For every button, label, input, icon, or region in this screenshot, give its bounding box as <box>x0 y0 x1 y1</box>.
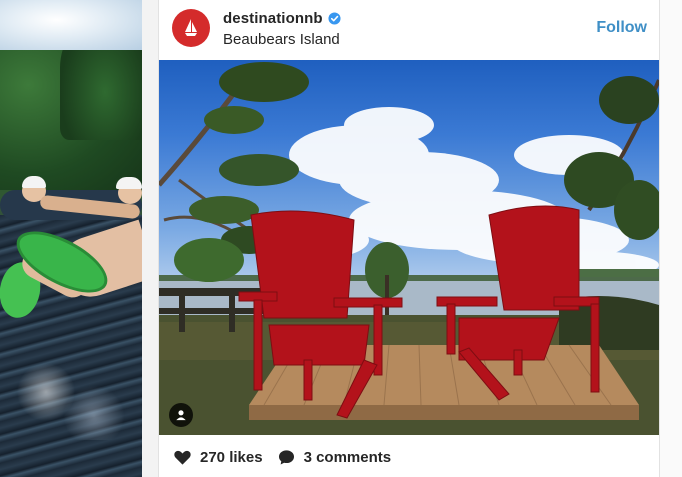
likes-count: 270 likes <box>200 448 263 466</box>
username-link[interactable]: destinationnb <box>223 10 323 27</box>
post-header: destinationnb Beaubears Island Follow <box>159 0 659 60</box>
photo-scene <box>159 62 659 435</box>
comments-count: 3 comments <box>303 448 392 466</box>
heart-icon <box>174 450 191 465</box>
likes-stat[interactable]: 270 likes <box>173 448 263 467</box>
adjacent-photo-right <box>660 0 682 477</box>
white-cap-2 <box>116 177 142 189</box>
trees-background <box>0 20 142 190</box>
water-sparkle <box>10 360 130 440</box>
username-row: destinationnb <box>223 10 341 27</box>
white-cap-1 <box>22 176 46 188</box>
user-tag-button[interactable] <box>169 403 193 427</box>
post-footer: 270 likes 3 comments <box>159 437 659 477</box>
post-card: destinationnb Beaubears Island Follow 27… <box>158 0 660 477</box>
follow-button[interactable]: Follow <box>596 19 647 37</box>
user-tag-icon <box>176 410 186 421</box>
post-photo[interactable] <box>159 60 659 435</box>
sailboat-logo-icon <box>185 19 197 36</box>
verified-badge-icon <box>328 12 341 25</box>
comments-stat[interactable]: 3 comments <box>277 448 392 467</box>
comment-bubble-icon <box>278 449 294 464</box>
adjacent-photo-left[interactable] <box>0 0 142 477</box>
avatar[interactable] <box>172 9 210 47</box>
location-link[interactable]: Beaubears Island <box>223 31 340 48</box>
sky-background <box>0 0 142 50</box>
